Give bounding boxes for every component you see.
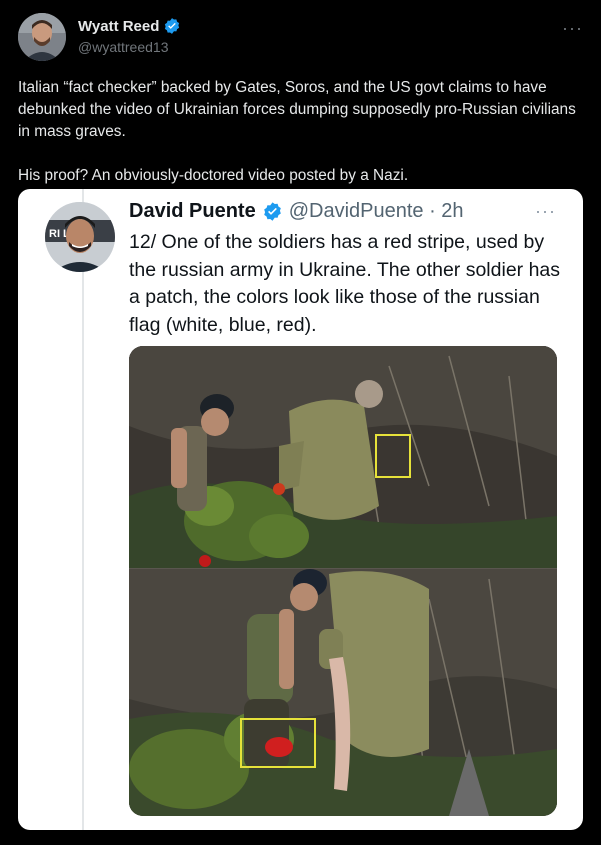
- tweet-text: Italian “fact checker” backed by Gates, …: [18, 77, 586, 187]
- thread-line: [82, 189, 84, 830]
- author-avatar-image: [18, 13, 66, 61]
- quote-verified-badge-icon: [263, 202, 281, 221]
- author-name[interactable]: Wyatt Reed: [78, 18, 159, 35]
- author-name-row[interactable]: Wyatt Reed: [78, 17, 181, 35]
- quote-author-handle-time: @DavidPuente · 2h: [288, 200, 464, 222]
- quote-header: David Puente @DavidPuente · 2h: [129, 200, 464, 223]
- media-panel-bottom: [129, 569, 557, 816]
- quoted-tweet-screenshot[interactable]: RI LE David Puente @DavidPuente · 2h ···…: [18, 189, 583, 830]
- quote-author-name: David Puente: [129, 200, 256, 222]
- quote-more-horizontal-icon: ···: [535, 201, 556, 221]
- more-horizontal-icon[interactable]: ···: [562, 18, 583, 39]
- quote-author-avatar-image: RI LE: [45, 202, 115, 272]
- quote-text: 12/ One of the soldiers has a red stripe…: [129, 231, 561, 336]
- tweet-post: Wyatt Reed @wyattreed13 ··· Italian “fac…: [0, 0, 601, 845]
- author-handle[interactable]: @wyattreed13: [78, 39, 181, 55]
- tweet-text-paragraph-1: Italian “fact checker” backed by Gates, …: [18, 79, 581, 140]
- author-avatar[interactable]: [18, 13, 66, 61]
- media-panel-top: [129, 346, 557, 568]
- quote-media-image: [129, 346, 557, 816]
- verified-badge-icon: [165, 18, 180, 34]
- tweet-text-paragraph-2: His proof? An obviously-doctored video p…: [18, 167, 409, 184]
- author-block: Wyatt Reed @wyattreed13: [78, 17, 181, 55]
- quote-author-avatar: RI LE: [45, 202, 115, 272]
